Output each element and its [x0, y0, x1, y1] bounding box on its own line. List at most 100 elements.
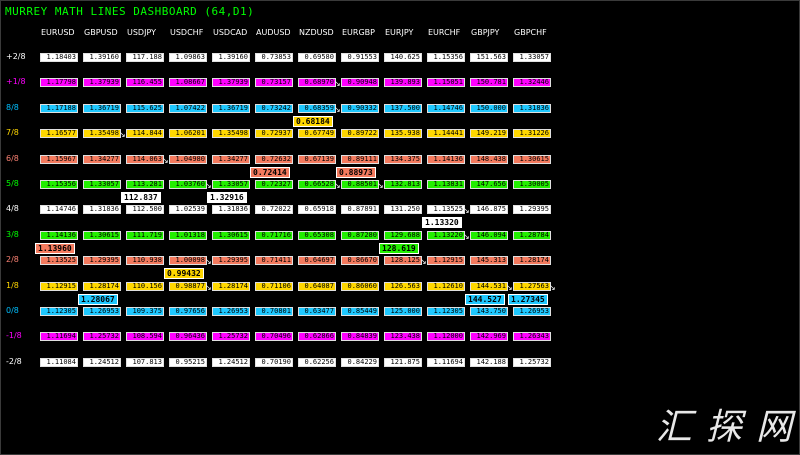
level-value-cell: 149.219	[470, 129, 508, 139]
level-value-cell: 1.29395	[212, 256, 250, 266]
price-cursor-icon: ↘	[334, 104, 341, 114]
level-value-cell: 0.62866	[298, 332, 336, 342]
level-value-cell: 1.24512	[212, 357, 250, 367]
current-price-marker: 144.527	[465, 293, 505, 305]
level-value-cell: 150.000	[470, 103, 508, 113]
price-cursor-icon: ↘	[377, 181, 384, 190]
level-value-cell: 0.70496	[255, 332, 293, 342]
level-value-cell: 115.625	[126, 103, 164, 113]
level-value-cell: 0.72937	[255, 129, 293, 139]
level-value-cell: 1.15051	[427, 78, 465, 88]
level-value-cell: 1.36719	[212, 103, 250, 113]
level-value-cell: 0.64087	[298, 281, 336, 291]
level-value-cell: 0.67139	[298, 154, 336, 164]
level-value-cell: 1.12610	[427, 281, 465, 291]
level-value-cell: 1.00098	[169, 256, 207, 266]
level-value-cell: 1.39160	[83, 53, 121, 62]
level-value-cell: 1.07422	[169, 103, 207, 113]
level-value-cell: 1.27563	[513, 281, 551, 291]
level-value-cell: 1.14746	[427, 103, 465, 113]
level-value-cell: 1.28174	[513, 256, 551, 266]
level-value-cell: 1.12915	[40, 281, 78, 291]
price-cursor-icon: ↘	[119, 130, 126, 140]
level-value-cell: 1.04980	[169, 154, 207, 164]
level-value-cell: 1.34277	[83, 154, 121, 164]
level-value-cell: 1.13525	[40, 256, 78, 266]
level-value-cell: 0.88501	[341, 180, 379, 189]
level-value-cell: 1.18403	[40, 53, 78, 62]
level-value-cell: 125.000	[384, 307, 422, 316]
level-label: 6/8	[6, 153, 19, 163]
level-value-cell: 1.13831	[427, 180, 465, 189]
level-label: 8/8	[6, 102, 19, 112]
price-cursor-icon: ↘	[506, 282, 513, 292]
dashboard-frame	[0, 0, 800, 455]
level-value-cell: 0.84229	[341, 357, 379, 367]
level-value-cell: 1.02539	[169, 205, 207, 215]
current-price-marker: 1.27345	[508, 293, 548, 305]
level-value-cell: 0.91553	[341, 53, 379, 62]
level-value-cell: 1.12305	[427, 307, 465, 316]
level-value-cell: 1.35498	[212, 129, 250, 139]
current-price-marker: 1.28067	[78, 293, 118, 305]
level-value-cell: 1.26953	[83, 307, 121, 316]
level-value-cell: 1.11694	[40, 332, 78, 342]
current-price-marker: 0.68184	[293, 115, 333, 127]
price-cursor-icon: ↘	[334, 79, 341, 89]
level-value-cell: 1.06201	[169, 129, 207, 139]
level-value-cell: 0.72327	[255, 180, 293, 189]
dashboard-title: MURREY MATH LINES DASHBOARD (64,D1)	[5, 5, 255, 18]
level-value-cell: 1.30615	[212, 230, 250, 240]
level-label: 5/8	[6, 179, 19, 188]
level-value-cell: 114.844	[126, 129, 164, 139]
level-value-cell: 1.26953	[212, 307, 250, 316]
level-value-cell: 0.65918	[298, 205, 336, 215]
level-label: +1/8	[6, 77, 26, 87]
level-value-cell: 1.11084	[40, 357, 78, 367]
price-cursor-icon: ↘	[205, 181, 212, 190]
level-value-cell: 1.25732	[212, 332, 250, 342]
current-price-marker: 0.99432	[164, 268, 204, 280]
price-cursor-icon: ↘	[205, 282, 212, 292]
level-value-cell: 113.281	[126, 180, 164, 189]
level-value-cell: 1.17188	[40, 103, 78, 113]
level-value-cell: 1.14136	[427, 154, 465, 164]
level-value-cell: 1.37939	[212, 78, 250, 88]
level-label: 1/8	[6, 280, 19, 290]
level-value-cell: 0.73853	[255, 53, 293, 62]
level-label: 4/8	[6, 204, 19, 214]
current-price-marker: 1.13320	[422, 217, 462, 229]
level-value-cell: 132.813	[384, 180, 422, 189]
level-value-cell: 110.938	[126, 256, 164, 266]
level-value-cell: 0.63477	[298, 307, 336, 316]
level-value-cell: 1.33057	[212, 180, 250, 189]
level-value-cell: 0.89111	[341, 154, 379, 164]
level-value-cell: 1.17798	[40, 78, 78, 88]
level-value-cell: 1.33057	[513, 53, 551, 62]
level-value-cell: 0.70801	[255, 307, 293, 316]
price-cursor-icon: ↘	[549, 282, 556, 292]
level-value-cell: 0.68970	[298, 78, 336, 88]
level-value-cell: 0.97656	[169, 307, 207, 316]
level-value-cell: 111.719	[126, 230, 164, 240]
level-value-cell: 126.563	[384, 281, 422, 291]
level-value-cell: 121.875	[384, 357, 422, 367]
level-value-cell: 1.12915	[427, 256, 465, 266]
level-value-cell: 0.98877	[169, 281, 207, 291]
level-value-cell: 1.01318	[169, 230, 207, 240]
level-label: 2/8	[6, 255, 19, 265]
level-value-cell: 0.85449	[341, 307, 379, 316]
level-value-cell: 112.500	[126, 205, 164, 215]
level-value-cell: 1.16577	[40, 129, 78, 139]
level-value-cell: 1.08667	[169, 78, 207, 88]
level-value-cell: 107.813	[126, 357, 164, 367]
level-value-cell: 145.313	[470, 256, 508, 266]
level-value-cell: 114.063	[126, 154, 164, 164]
column-header-gbpchf: GBPCHF	[514, 28, 547, 37]
current-price-marker: 0.72414	[250, 166, 290, 178]
level-value-cell: 1.15356	[427, 53, 465, 62]
level-value-cell: 143.750	[470, 307, 508, 316]
price-cursor-icon: ↘	[162, 155, 169, 165]
level-value-cell: 1.26343	[513, 332, 551, 342]
level-value-cell: 1.28174	[212, 281, 250, 291]
